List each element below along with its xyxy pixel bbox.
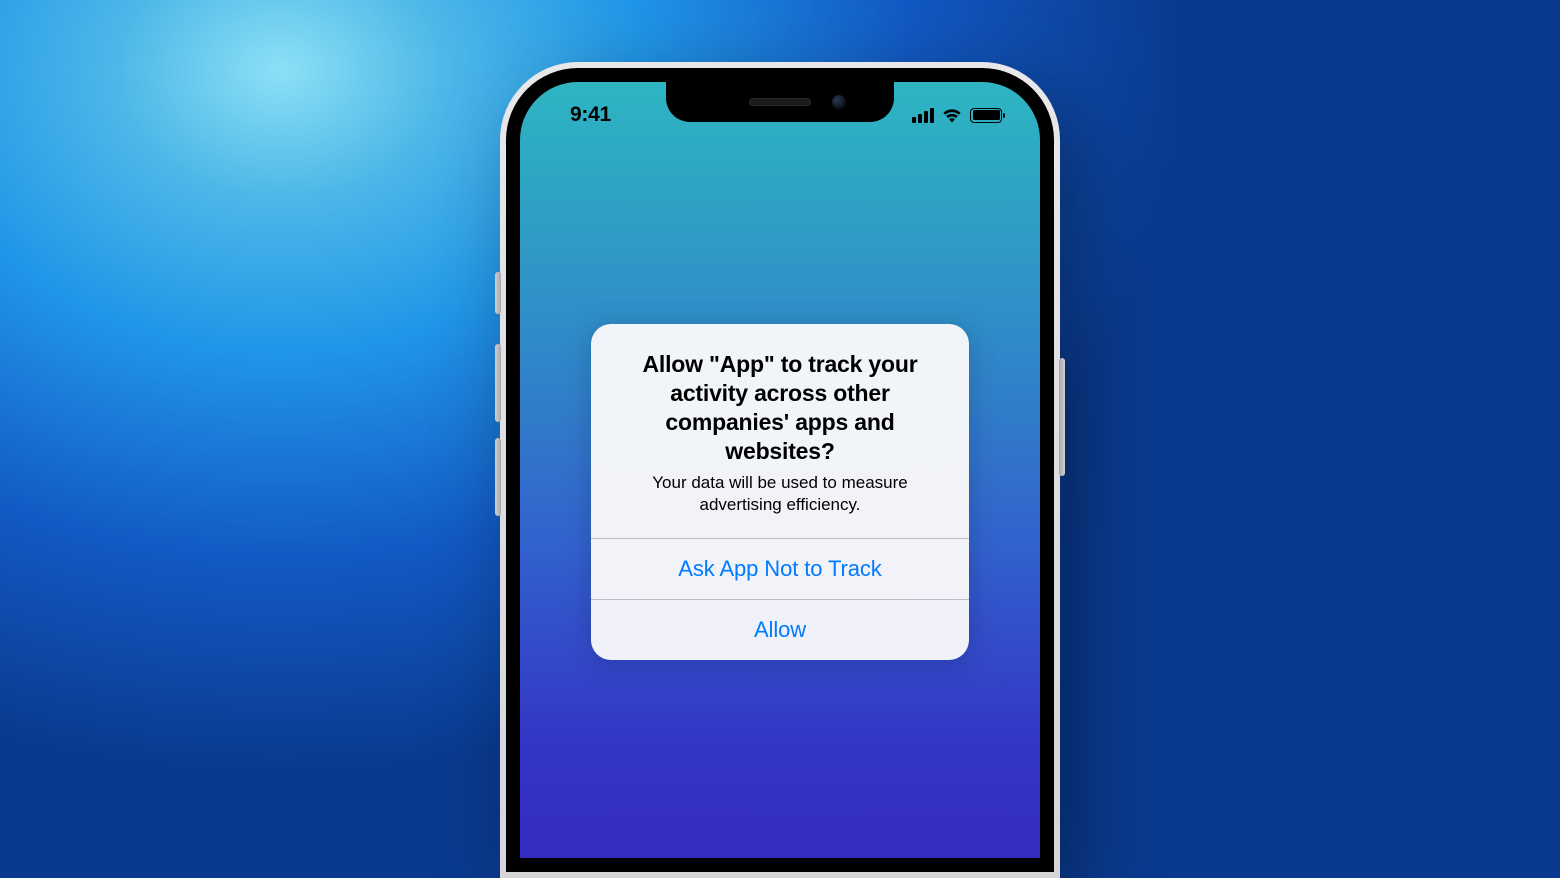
status-bar: 9:41 [520,98,1040,132]
tracking-permission-alert: Allow "App" to track your activity acros… [591,324,969,660]
silent-switch [495,272,501,314]
allow-button[interactable]: Allow [591,599,969,660]
battery-icon [970,108,1002,123]
cellular-signal-icon [912,108,934,123]
alert-message: Your data will be used to measure advert… [615,472,945,516]
phone-frame: 9:41 [500,62,1060,878]
volume-down-button [495,438,501,516]
iphone-device-mockup: 9:41 [500,62,1060,878]
phone-bezel: 9:41 [506,68,1054,872]
status-icons [912,107,1002,123]
status-time: 9:41 [570,103,611,127]
phone-screen: 9:41 [520,82,1040,858]
ask-not-to-track-button[interactable]: Ask App Not to Track [591,538,969,599]
volume-up-button [495,344,501,422]
power-button [1059,358,1065,476]
wifi-icon [941,107,963,123]
alert-title: Allow "App" to track your activity acros… [615,350,945,466]
alert-body: Allow "App" to track your activity acros… [591,324,969,538]
